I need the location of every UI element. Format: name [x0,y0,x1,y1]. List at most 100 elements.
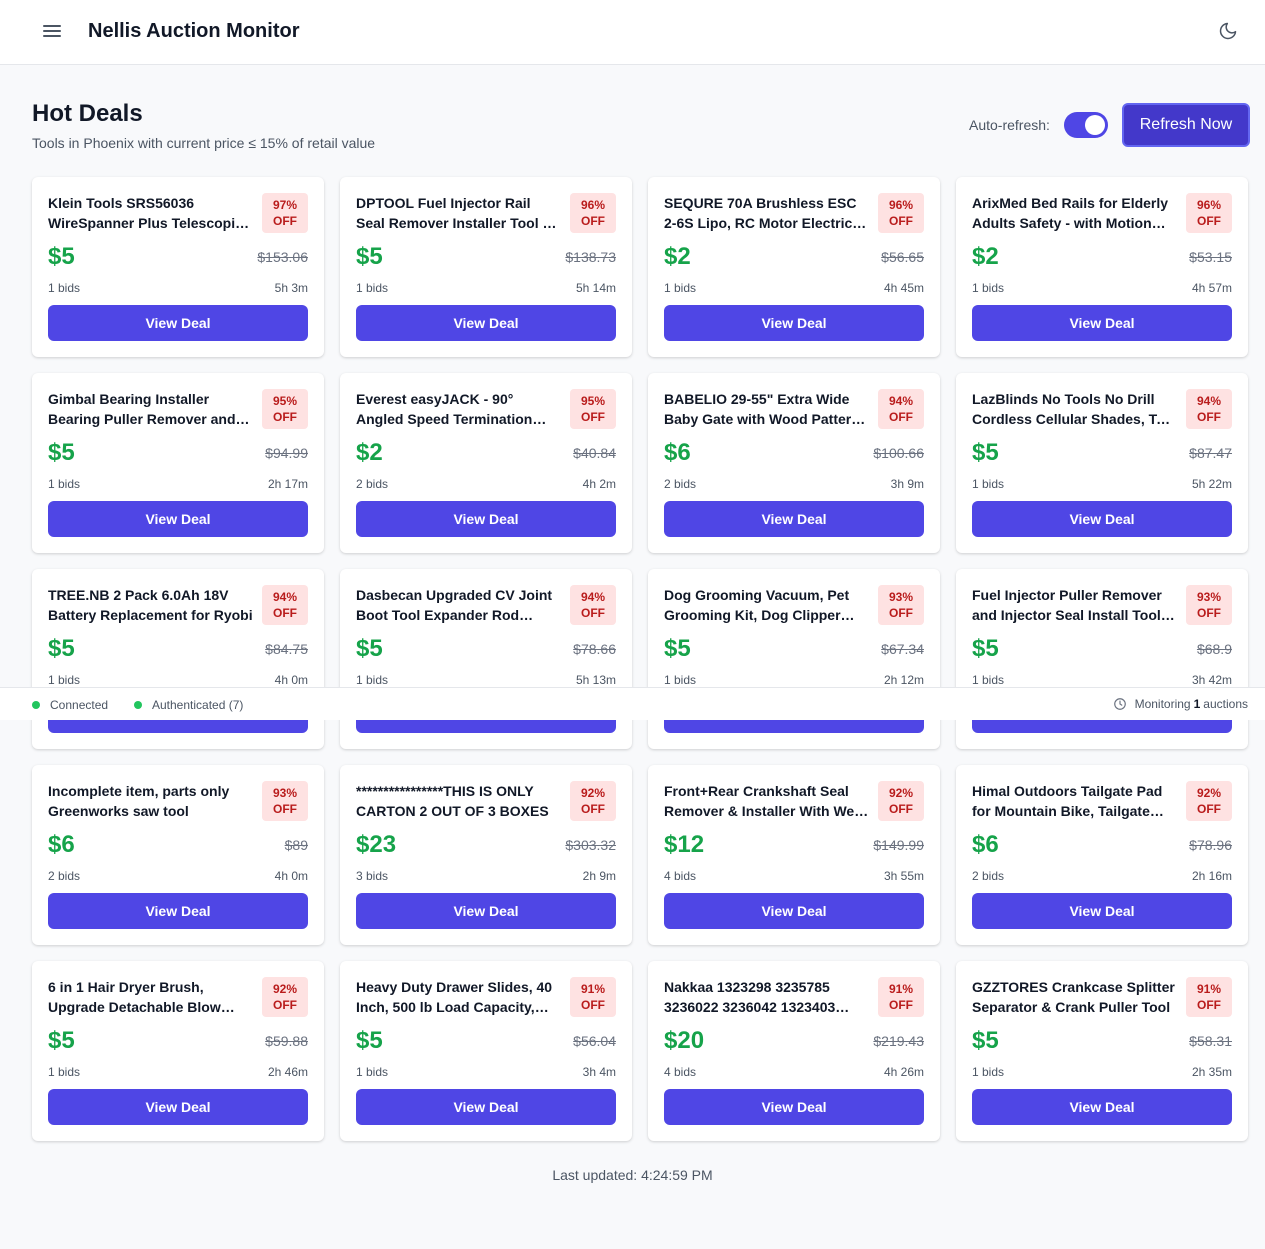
discount-off-label: OFF [273,410,297,424]
view-deal-button[interactable]: View Deal [664,1089,924,1125]
deal-card: 6 in 1 Hair Dryer Brush, Upgrade Detacha… [32,961,324,1141]
discount-percent: 96% [1196,198,1222,212]
discount-percent: 93% [1196,590,1222,604]
monitoring-suffix: auctions [1203,697,1248,711]
discount-percent: 93% [272,786,298,800]
deal-card: Fuel Injector Puller Remover and Injecto… [956,569,1248,749]
menu-icon[interactable] [40,22,64,42]
bid-count: 1 bids [972,477,1005,491]
discount-off-label: OFF [581,998,605,1012]
bid-count: 1 bids [356,673,389,687]
view-deal-button[interactable]: View Deal [356,1089,616,1125]
bid-count: 4 bids [664,869,697,883]
discount-badge: 97% OFF [262,193,308,233]
discount-badge: 95% OFF [262,389,308,429]
discount-off-label: OFF [889,998,913,1012]
connection-status: Connected [32,698,108,712]
retail-price: $58.31 [1189,1033,1232,1049]
current-price: $6 [664,439,691,466]
discount-badge: 93% OFF [262,781,308,821]
bid-count: 1 bids [972,1065,1005,1079]
current-price: $5 [48,635,75,662]
view-deal-button[interactable]: View Deal [48,893,308,929]
time-remaining: 4h 26m [883,1065,924,1079]
view-deal-button[interactable]: View Deal [356,893,616,929]
discount-percent: 96% [580,198,606,212]
view-deal-button[interactable]: View Deal [664,893,924,929]
deal-card: TREE.NB 2 Pack 6.0Ah 18V Battery Replace… [32,569,324,749]
deal-title: Gimbal Bearing Installer Bearing Puller … [48,391,236,427]
deal-card: Incomplete item, parts only Greenworks s… [32,765,324,945]
bid-count: 2 bids [356,477,389,491]
discount-off-label: OFF [273,998,297,1012]
deal-card: Dog Grooming Vacuum, Pet Grooming Kit, D… [648,569,940,749]
retail-price: $53.15 [1189,249,1232,265]
retail-price: $67.34 [881,641,924,657]
refresh-now-button[interactable]: Refresh Now [1122,103,1250,147]
top-bar: Nellis Auction Monitor [0,0,1265,65]
time-remaining: 4h 45m [883,281,924,295]
discount-percent: 94% [272,590,298,604]
view-deal-button[interactable]: View Deal [356,501,616,537]
current-price: $23 [356,831,397,858]
page-subtitle: Tools in Phoenix with current price ≤ 15… [32,135,376,151]
view-deal-button[interactable]: View Deal [48,1089,308,1125]
discount-off-label: OFF [1197,802,1221,816]
moon-icon[interactable] [1218,21,1242,45]
retail-price: $84.75 [265,641,308,657]
discount-badge: 96% OFF [570,193,616,233]
deal-title: Klein Tools SRS56036 WireSpanner Plus Te… [48,195,253,231]
view-deal-button[interactable]: View Deal [972,1089,1232,1125]
deal-title: Dog Grooming Vacuum, Pet Grooming Kit, D… [664,587,850,623]
current-price: $5 [356,635,383,662]
discount-badge: 91% OFF [570,977,616,1017]
discount-badge: 94% OFF [878,389,924,429]
discount-off-label: OFF [273,606,297,620]
view-deal-button[interactable]: View Deal [664,501,924,537]
time-remaining: 3h 4m [582,1065,616,1079]
discount-percent: 92% [272,982,298,996]
time-remaining: 3h 55m [883,869,924,883]
connected-label: Connected [50,698,109,712]
monitoring-count: 1 [1193,697,1201,711]
view-deal-button[interactable]: View Deal [972,893,1232,929]
discount-badge: 95% OFF [570,389,616,429]
view-deal-button[interactable]: View Deal [972,501,1232,537]
discount-off-label: OFF [1197,998,1221,1012]
deal-title: ArixMed Bed Rails for Elderly Adults Saf… [972,195,1169,231]
bid-count: 1 bids [664,673,697,687]
time-remaining: 3h 42m [1191,673,1232,687]
discount-off-label: OFF [889,606,913,620]
current-price: $2 [664,243,691,270]
view-deal-button[interactable]: View Deal [356,305,616,341]
current-price: $12 [664,831,705,858]
auto-refresh-toggle[interactable] [1064,112,1108,138]
deal-card: Everest easyJACK - 90° Angled Speed Term… [340,373,632,553]
retail-price: $303.32 [565,837,616,853]
current-price: $5 [664,635,691,662]
discount-badge: 94% OFF [1186,389,1232,429]
current-price: $6 [972,831,999,858]
page-title: Hot Deals [32,100,143,127]
view-deal-button[interactable]: View Deal [48,501,308,537]
auth-status: Authenticated (7) [134,698,243,712]
bid-count: 2 bids [972,869,1005,883]
time-remaining: 2h 12m [883,673,924,687]
discount-off-label: OFF [1197,606,1221,620]
discount-badge: 92% OFF [262,977,308,1017]
view-deal-button[interactable]: View Deal [972,305,1232,341]
deal-card: Klein Tools SRS56036 WireSpanner Plus Te… [32,177,324,357]
bid-count: 2 bids [48,869,81,883]
view-deal-button[interactable]: View Deal [664,305,924,341]
bid-count: 1 bids [356,281,389,295]
discount-percent: 92% [888,786,914,800]
discount-percent: 91% [580,982,606,996]
deal-title: LazBlinds No Tools No Drill Cordless Cel… [972,391,1174,427]
time-remaining: 5h 3m [274,281,308,295]
retail-price: $138.73 [565,249,616,265]
view-deal-button[interactable]: View Deal [48,305,308,341]
bid-count: 1 bids [48,1065,81,1079]
discount-badge: 96% OFF [1186,193,1232,233]
discount-badge: 96% OFF [878,193,924,233]
discount-badge: 92% OFF [570,781,616,821]
